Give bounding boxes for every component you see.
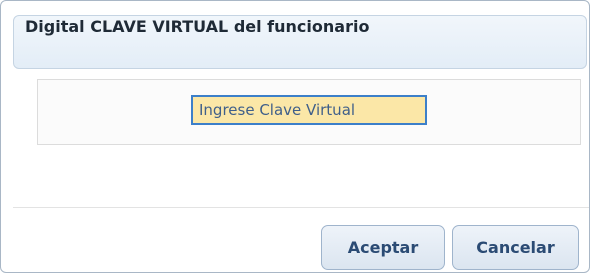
virtual-key-input[interactable] [191, 95, 427, 125]
dialog-title: Digital CLAVE VIRTUAL del funcionario [25, 17, 370, 36]
content-panel [37, 79, 581, 145]
footer-divider [13, 207, 589, 208]
cancel-button[interactable]: Cancelar [452, 225, 579, 270]
virtual-key-dialog: Digital CLAVE VIRTUAL del funcionario Ac… [0, 0, 590, 273]
accept-button[interactable]: Aceptar [321, 225, 445, 270]
